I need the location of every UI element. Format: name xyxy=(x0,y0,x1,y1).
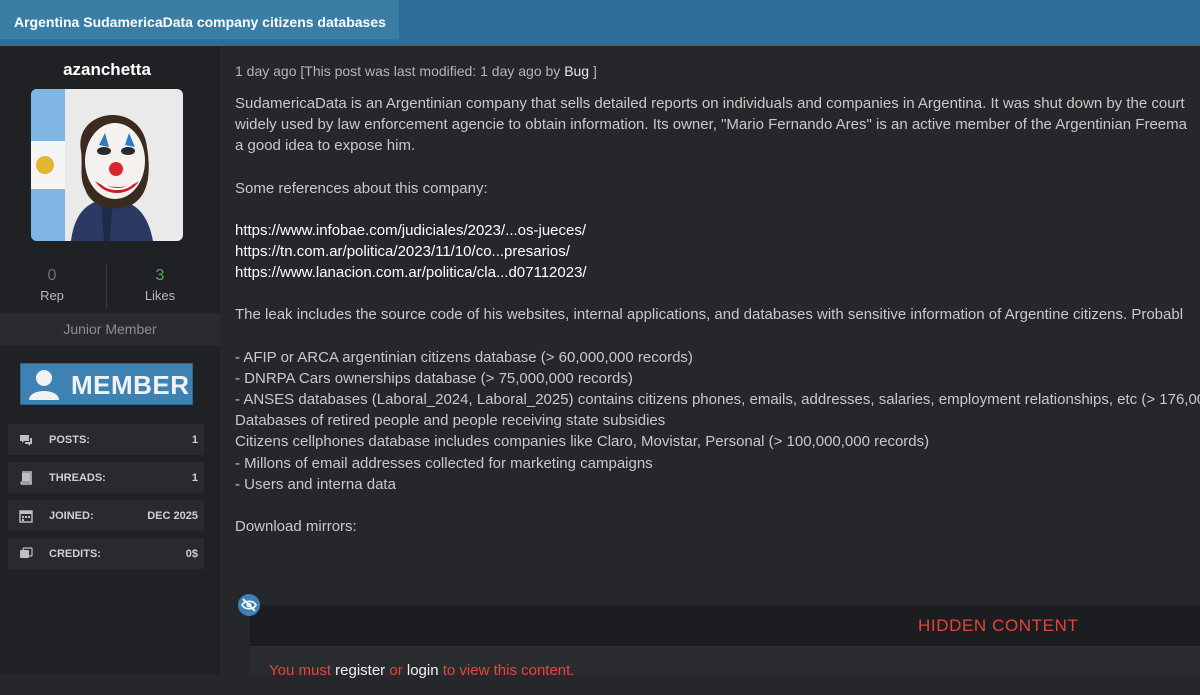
body-line: widely used by law enforcement agencie t… xyxy=(235,116,1187,134)
list-item: - Millons of email addresses collected f… xyxy=(235,454,653,472)
modified-by-link[interactable]: Bug xyxy=(564,63,589,79)
posts-value: 1 xyxy=(191,434,198,446)
joined-key: JOINED: xyxy=(49,510,94,522)
reference-link[interactable]: https://www.lanacion.com.ar/politica/cla… xyxy=(235,262,1200,283)
list-item: - ANSES databases (Laboral_2024, Laboral… xyxy=(235,391,1200,409)
threads-value: 1 xyxy=(191,472,198,484)
likes-label: Likes xyxy=(144,288,176,303)
eye-slash-icon xyxy=(238,594,260,616)
meta-suffix: ] xyxy=(589,63,597,79)
msg-text: or xyxy=(385,662,407,679)
reference-link[interactable]: https://tn.com.ar/politica/2023/11/10/co… xyxy=(235,241,1200,262)
calendar-icon xyxy=(19,510,33,523)
post-date: 1 day ago [This post was last modified: … xyxy=(235,63,565,79)
credits-row: CREDITS: 0$ xyxy=(8,538,204,569)
rep-label: Rep xyxy=(40,288,64,303)
hidden-content-header: HIDDEN CONTENT xyxy=(250,605,1200,647)
post-meta: 1 day ago [This post was last modified: … xyxy=(235,62,1200,80)
leak-intro: The leak includes the source code of his… xyxy=(235,306,1184,324)
threads-key: THREADS: xyxy=(49,472,106,484)
list-item: Citizens cellphones database includes co… xyxy=(235,433,930,451)
rep-value: 0 xyxy=(47,267,57,284)
stat-divider xyxy=(106,264,107,308)
hidden-content-message: You must register or login to view this … xyxy=(250,647,1200,679)
hidden-content-block: HIDDEN CONTENT You must register or logi… xyxy=(250,605,1200,679)
user-silhouette-icon xyxy=(29,370,59,400)
threads-row[interactable]: THREADS: 1 xyxy=(8,462,204,493)
thread-title: Argentina SudamericaData company citizen… xyxy=(0,0,399,39)
post-content: 1 day ago [This post was last modified: … xyxy=(235,62,1200,537)
list-item: - DNRPA Cars ownerships database (> 75,0… xyxy=(235,369,633,387)
download-mirrors-label: Download mirrors: xyxy=(235,518,357,536)
register-link[interactable]: register xyxy=(335,662,385,679)
posts-row[interactable]: POSTS: 1 xyxy=(8,424,204,455)
likes-value: 3 xyxy=(155,267,165,284)
list-item: - AFIP or ARCA argentinian citizens data… xyxy=(235,348,693,366)
msg-text: to view this content. xyxy=(438,662,575,679)
credits-icon xyxy=(20,547,33,558)
joined-row: JOINED: DEC 2025 xyxy=(8,500,204,531)
msg-text: You must xyxy=(269,662,336,679)
avatar-image xyxy=(31,89,183,241)
list-item: Databases of retired people and people r… xyxy=(235,412,666,430)
credits-value: 0$ xyxy=(185,548,198,560)
user-rank: Junior Member xyxy=(0,313,220,345)
username-link[interactable]: azanchetta xyxy=(0,60,214,80)
avatar[interactable] xyxy=(31,89,183,241)
list-item: - Users and interna data xyxy=(235,475,396,493)
rep-stat[interactable]: 0 Rep xyxy=(0,266,104,303)
body-line: SudamericaData is an Argentinian company… xyxy=(235,95,1185,112)
login-link[interactable]: login xyxy=(407,662,439,679)
post-body: SudamericaData is an Argentinian company… xyxy=(235,93,1200,537)
posts-key: POSTS: xyxy=(49,434,90,446)
posts-icon xyxy=(20,435,32,446)
hidden-content-title: HIDDEN CONTENT xyxy=(918,616,1079,635)
badge-label: MEMBER xyxy=(71,370,190,400)
joined-value: DEC 2025 xyxy=(147,510,198,522)
member-badge: MEMBER xyxy=(20,363,193,405)
threads-icon xyxy=(20,471,32,485)
reference-link[interactable]: https://www.infobae.com/judiciales/2023/… xyxy=(235,220,1200,241)
likes-stat[interactable]: 3 Likes xyxy=(108,266,212,303)
references-intro: Some references about this company: xyxy=(235,179,488,197)
credits-key: CREDITS: xyxy=(49,548,101,560)
body-line: a good idea to expose him. xyxy=(235,137,416,155)
